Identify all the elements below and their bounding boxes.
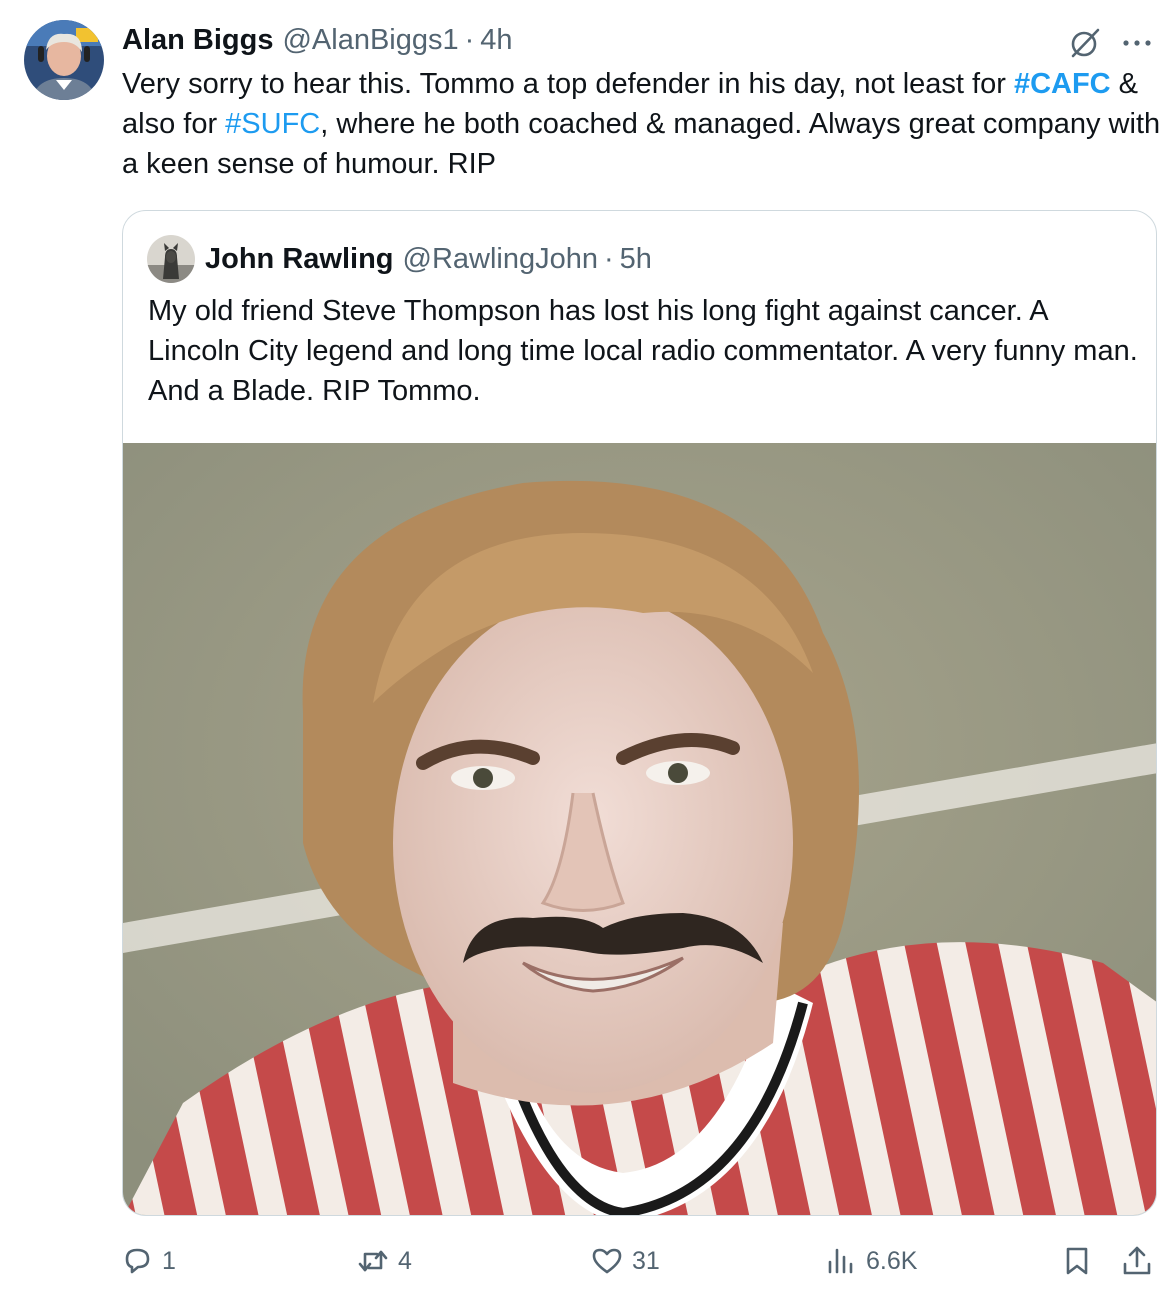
quoted-tweet-header: John Rawling @RawlingJohn · 5h — [205, 239, 652, 279]
author-display-name[interactable]: Alan Biggs — [122, 24, 273, 57]
repost-count: 4 — [398, 1246, 412, 1275]
quoted-header-separator: · — [603, 242, 614, 275]
quoted-tweet[interactable]: John Rawling @RawlingJohn · 5h My old fr… — [122, 210, 1157, 1216]
hashtag-sufc[interactable]: #SUFC — [225, 108, 320, 140]
quoted-author-avatar[interactable] — [147, 235, 195, 283]
tweet-text: Very sorry to hear this. Tommo a top def… — [122, 64, 1162, 184]
grok-icon[interactable] — [1068, 26, 1102, 60]
reply-count: 1 — [162, 1246, 176, 1275]
share-button[interactable] — [1120, 1236, 1154, 1286]
like-button[interactable]: 31 — [590, 1236, 660, 1286]
tweet-timestamp[interactable]: 4h — [480, 24, 512, 57]
views-count: 6.6K — [866, 1246, 918, 1275]
heart-icon — [592, 1248, 622, 1274]
hashtag-cafc[interactable]: #CAFC — [1014, 68, 1111, 100]
repost-button[interactable]: 4 — [356, 1236, 412, 1286]
share-icon — [1123, 1246, 1151, 1275]
views-button[interactable]: 6.6K — [824, 1236, 917, 1286]
quoted-author-display-name[interactable]: John Rawling — [205, 243, 394, 276]
quoted-tweet-timestamp[interactable]: 5h — [620, 243, 652, 276]
bookmark-button[interactable] — [1060, 1236, 1094, 1286]
tweet-text-part1: Very sorry to hear this. Tommo a top def… — [122, 68, 1014, 100]
reply-icon — [125, 1248, 150, 1274]
author-avatar[interactable] — [24, 20, 104, 100]
tweet[interactable]: Alan Biggs @AlanBiggs1 · 4h Very sorry t… — [0, 0, 1174, 1296]
repost-icon — [358, 1250, 388, 1272]
like-count: 31 — [632, 1246, 660, 1275]
avatar-photo-icon — [24, 20, 104, 100]
header-separator: · — [464, 23, 475, 56]
dog-avatar-icon — [147, 235, 195, 283]
tweet-header: Alan Biggs @AlanBiggs1 · 4h — [122, 20, 513, 60]
quoted-tweet-text: My old friend Steve Thompson has lost hi… — [148, 295, 1138, 407]
quoted-tweet-photo[interactable] — [123, 443, 1156, 1215]
author-handle[interactable]: @AlanBiggs1 — [282, 24, 458, 57]
tweet-actions: 1 4 31 6.6K — [0, 1236, 1174, 1286]
bookmark-icon — [1066, 1247, 1088, 1275]
more-dots-icon[interactable] — [1120, 28, 1154, 58]
footballer-photo-icon — [123, 443, 1156, 1215]
views-chart-icon — [828, 1248, 853, 1274]
quoted-author-handle[interactable]: @RawlingJohn — [403, 243, 598, 276]
reply-button[interactable]: 1 — [120, 1236, 176, 1286]
